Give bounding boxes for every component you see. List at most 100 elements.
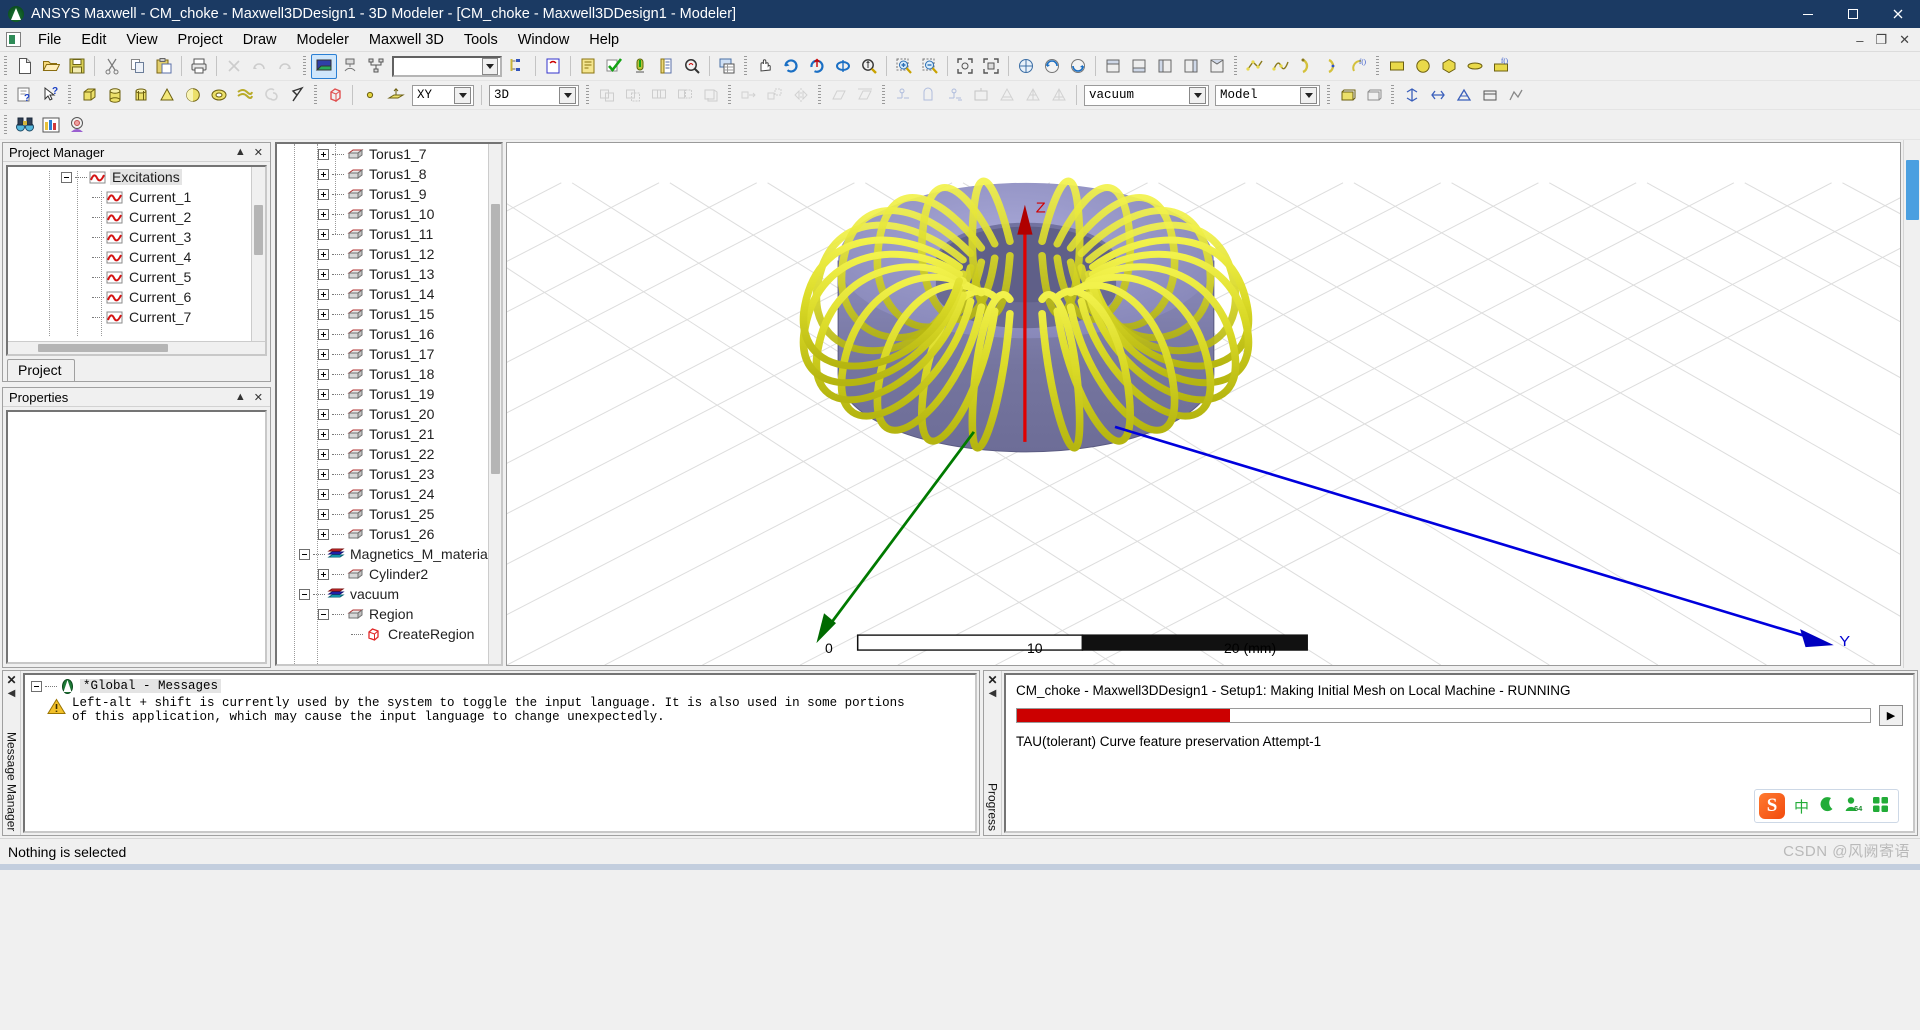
desktop-icon[interactable] <box>311 53 337 79</box>
pan-hand-icon[interactable] <box>752 54 778 79</box>
view-back-icon[interactable] <box>1126 54 1152 79</box>
ime-moon-icon[interactable] <box>1818 796 1835 817</box>
tree-node-torus[interactable]: Torus1_10 <box>277 204 501 224</box>
draw-box-icon[interactable] <box>76 83 102 108</box>
delete-icon[interactable] <box>221 54 247 79</box>
mesh-plot-icon[interactable] <box>1046 83 1072 108</box>
tree-node-torus[interactable]: Torus1_21 <box>277 424 501 444</box>
help-pointer-icon[interactable]: ? <box>38 83 64 108</box>
expand-expander-icon[interactable] <box>318 408 329 420</box>
collapse-arrow-icon[interactable]: ◀ <box>989 688 997 699</box>
draw-equation-surface-icon[interactable]: f() <box>1488 54 1514 79</box>
rotate-icon[interactable] <box>778 54 804 79</box>
tree-node-current[interactable]: Current_2 <box>8 207 265 227</box>
toolbar-grip-14[interactable] <box>1389 85 1397 105</box>
connect-icon[interactable] <box>890 83 916 108</box>
section-icon[interactable] <box>968 83 994 108</box>
search-input[interactable] <box>398 59 482 73</box>
hide-objects-icon[interactable] <box>1361 83 1387 108</box>
show-all-objects-icon[interactable] <box>1335 83 1361 108</box>
copy-icon[interactable] <box>125 54 151 79</box>
analyze-icon[interactable] <box>627 54 653 79</box>
remote-machine-icon[interactable] <box>337 54 363 79</box>
separate-bodies-icon[interactable] <box>698 83 724 108</box>
mesh-refine-icon[interactable] <box>1020 83 1046 108</box>
close-icon[interactable]: ✕ <box>254 391 263 404</box>
menu-item-file[interactable]: File <box>28 29 71 51</box>
collapse-expander-icon[interactable] <box>299 548 310 560</box>
solution-data-icon[interactable] <box>653 54 679 79</box>
expand-expander-icon[interactable] <box>318 368 329 380</box>
draw-cylinder-icon[interactable] <box>102 83 128 108</box>
tree-node-material-group[interactable]: Magnetics_M_material <box>277 544 501 564</box>
material-combo[interactable]: vacuum <box>1084 84 1209 106</box>
new-file-icon[interactable] <box>12 54 38 79</box>
duplicate-icon[interactable] <box>762 83 788 108</box>
modeler-3d-viewport[interactable]: Z Y 0 10 20 (mm) <box>506 142 1901 666</box>
split-icon[interactable] <box>672 83 698 108</box>
expand-expander-icon[interactable] <box>318 528 329 540</box>
toolbar-grip-2[interactable] <box>301 56 309 76</box>
tree-node-region[interactable]: Region <box>277 604 501 624</box>
zoom-out-icon[interactable] <box>917 54 943 79</box>
collapse-expander-icon[interactable] <box>61 171 72 183</box>
redo-icon[interactable] <box>273 54 299 79</box>
assign-excitation-icon[interactable] <box>1399 83 1425 108</box>
draw-circle-icon[interactable] <box>1410 54 1436 79</box>
fit-all-icon[interactable] <box>952 54 978 79</box>
draw-center-arc-icon[interactable] <box>1320 54 1346 79</box>
chevron-down-icon[interactable] <box>559 86 576 104</box>
mesh-operations-icon[interactable] <box>994 83 1020 108</box>
draw-torus-icon[interactable] <box>206 83 232 108</box>
search-combo[interactable] <box>392 55 502 77</box>
modeler-tree[interactable]: Torus1_7 Torus1_8 Torus1_9 Torus1_10 Torus1_… <box>275 142 503 666</box>
draw-helix-icon[interactable] <box>258 83 284 108</box>
draw-spline-icon[interactable] <box>1268 54 1294 79</box>
tree-node-current[interactable]: Current_7 <box>8 307 265 327</box>
expand-expander-icon[interactable] <box>318 568 329 580</box>
tree-node-torus[interactable]: Torus1_19 <box>277 384 501 404</box>
expand-expander-icon[interactable] <box>318 268 329 280</box>
tree-node-torus[interactable]: Torus1_14 <box>277 284 501 304</box>
subtract-icon[interactable] <box>620 83 646 108</box>
tree-node-torus[interactable]: Torus1_26 <box>277 524 501 544</box>
expand-expander-icon[interactable] <box>318 308 329 320</box>
tree-node-torus[interactable]: Torus1_15 <box>277 304 501 324</box>
analyze-all-icon[interactable] <box>540 54 566 79</box>
expand-expander-icon[interactable] <box>318 468 329 480</box>
tree-node-torus[interactable]: Torus1_17 <box>277 344 501 364</box>
expand-expander-icon[interactable] <box>318 448 329 460</box>
doc-close-button[interactable]: ✕ <box>1893 32 1916 48</box>
assign-mesh-operation-icon[interactable] <box>1451 83 1477 108</box>
chevron-down-icon[interactable] <box>1300 86 1317 104</box>
collapse-expander-icon[interactable] <box>299 588 310 600</box>
progress-expand-button[interactable]: ▶ <box>1879 705 1903 726</box>
collapse-icon[interactable]: ▲ <box>235 146 246 159</box>
toolbar-grip-8[interactable] <box>312 85 320 105</box>
toolbar-grip-5[interactable] <box>1374 56 1382 76</box>
draw-equation-curve-icon[interactable]: f() <box>1346 54 1372 79</box>
expand-expander-icon[interactable] <box>318 208 329 220</box>
draw-ellipse-icon[interactable] <box>1462 54 1488 79</box>
open-file-icon[interactable] <box>38 54 64 79</box>
doc-minimize-button[interactable]: – <box>1850 33 1869 48</box>
sweep-along-line-icon[interactable] <box>826 83 852 108</box>
tree-node-current[interactable]: Current_1 <box>8 187 265 207</box>
tree-node-torus[interactable]: Torus1_13 <box>277 264 501 284</box>
toolbar-grip-11[interactable] <box>816 85 824 105</box>
dynamic-rotate-icon[interactable] <box>830 54 856 79</box>
spin-left-icon[interactable] <box>1039 54 1065 79</box>
tree-node-torus[interactable]: Torus1_8 <box>277 164 501 184</box>
collapse-icon[interactable]: ▲ <box>235 391 246 404</box>
toolbar-grip-3[interactable] <box>742 56 750 76</box>
tree-node-torus[interactable]: Torus1_12 <box>277 244 501 264</box>
model-combo[interactable]: Model <box>1215 84 1320 106</box>
menu-item-draw[interactable]: Draw <box>233 29 287 51</box>
toolbar-grip-15[interactable] <box>2 114 10 135</box>
collapse-arrow-icon[interactable]: ◀ <box>8 688 16 699</box>
tree-node-torus[interactable]: Torus1_7 <box>277 144 501 164</box>
toolbar-grip-10[interactable] <box>726 85 734 105</box>
minimize-button[interactable] <box>1785 0 1830 28</box>
print-icon[interactable] <box>186 54 212 79</box>
document-system-icon[interactable] <box>6 32 21 47</box>
